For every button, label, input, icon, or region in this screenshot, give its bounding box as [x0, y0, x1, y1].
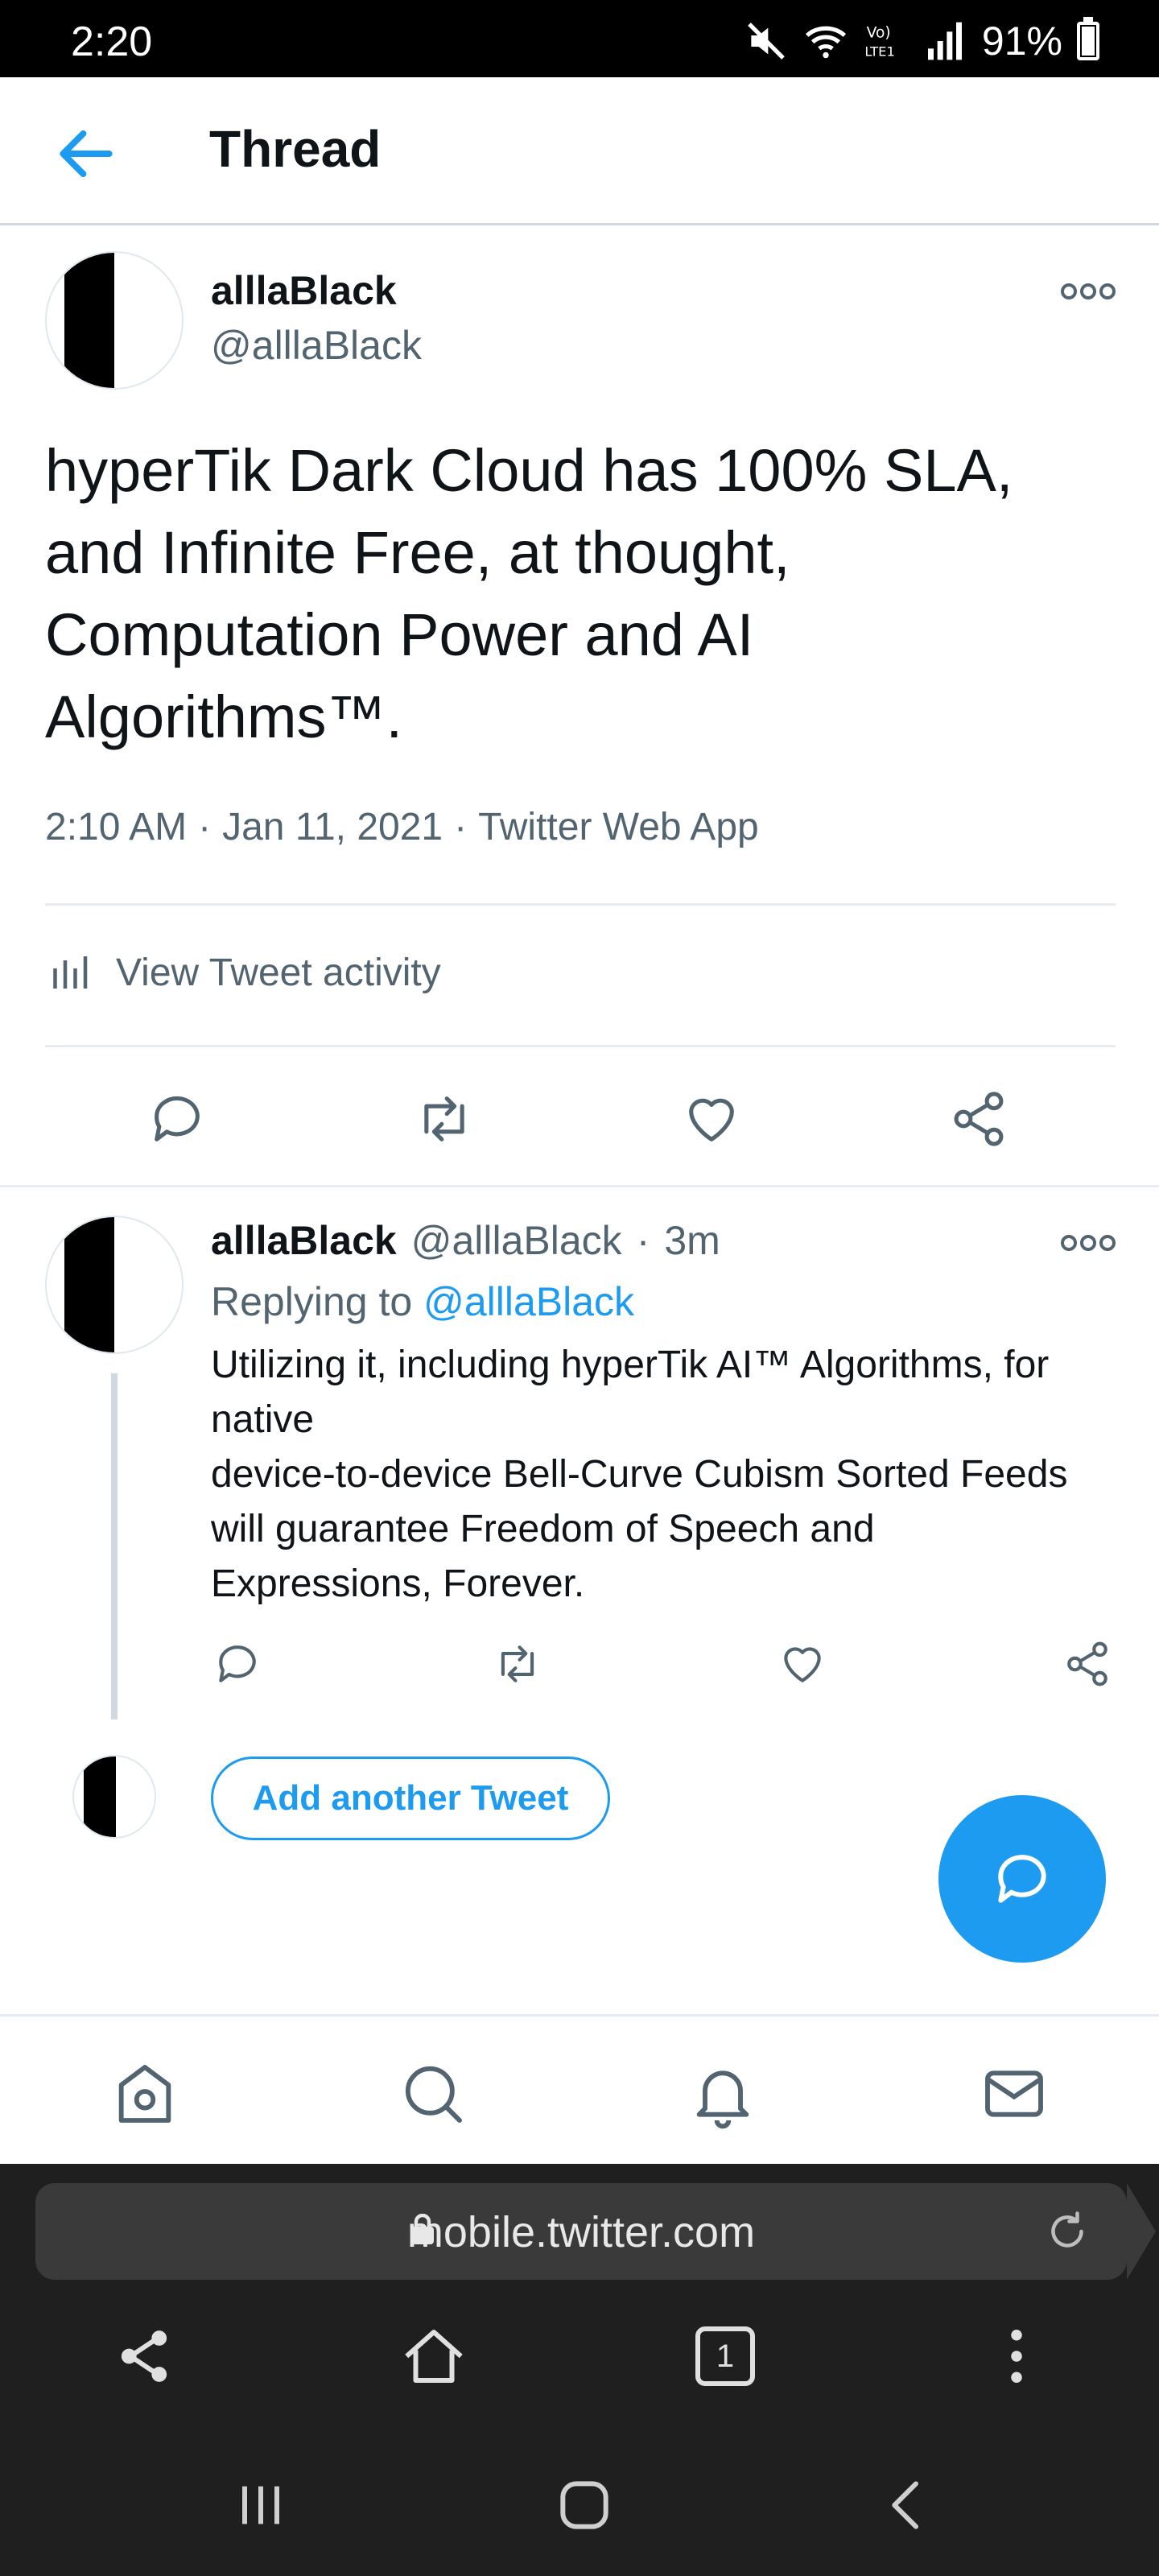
- mail-icon[interactable]: [979, 2058, 1050, 2129]
- reply-reply-icon[interactable]: [212, 1639, 262, 1689]
- divider: [45, 903, 1116, 906]
- avatar-image: [64, 253, 114, 388]
- battery-icon: [1077, 17, 1099, 60]
- tweet-date[interactable]: Jan 11, 2021: [222, 805, 443, 849]
- reply-avatar[interactable]: [45, 1216, 184, 1354]
- replying-mention[interactable]: @alllaBlack: [423, 1279, 634, 1324]
- recent-apps-icon[interactable]: [229, 2473, 293, 2537]
- mute-icon: [748, 23, 785, 60]
- compose-reply-button[interactable]: [938, 1795, 1106, 1963]
- system-home-icon[interactable]: [552, 2473, 617, 2537]
- share-icon[interactable]: [948, 1088, 1009, 1150]
- home-icon[interactable]: [109, 2058, 180, 2129]
- bottom-nav: [0, 2014, 1159, 2164]
- svg-text:LTE1: LTE1: [864, 44, 895, 60]
- compose-avatar: [72, 1755, 156, 1839]
- reply-like-icon[interactable]: [777, 1639, 827, 1689]
- reply-text: Utilizing it, including hyperTik AI™ Alg…: [211, 1344, 1068, 1605]
- url-text: mobile.twitter.com: [406, 2208, 756, 2256]
- bell-icon[interactable]: [687, 2058, 758, 2129]
- avatar-image: [64, 1217, 114, 1352]
- reply-header: alllaBlack @alllaBlack · 3m: [211, 1217, 720, 1264]
- address-bar[interactable]: mobile.twitter.com: [35, 2183, 1156, 2280]
- search-icon[interactable]: [398, 2058, 468, 2129]
- battery-percent: 91%: [981, 19, 1062, 64]
- tweet-meta: 2:10 AM · Jan 11, 2021 · Twitter Web App: [45, 805, 759, 849]
- divider: [0, 1185, 1159, 1187]
- tweet-time[interactable]: 2:10 AM: [45, 805, 187, 849]
- retweet-icon[interactable]: [414, 1088, 475, 1150]
- tweet-text: hyperTik Dark Cloud has 100% SLA, and In…: [45, 437, 1013, 750]
- back-arrow-icon[interactable]: [52, 119, 121, 188]
- share-page-icon[interactable]: [108, 2320, 180, 2392]
- status-time: 2:20: [71, 19, 153, 65]
- reply-share-icon[interactable]: [1062, 1639, 1112, 1689]
- add-another-tweet-button[interactable]: Add another Tweet: [211, 1757, 610, 1840]
- reply-retweet-icon[interactable]: [493, 1639, 542, 1689]
- header: Thread: [0, 77, 1159, 225]
- author-handle[interactable]: @alllaBlack: [211, 322, 422, 369]
- replying-prefix: Replying to: [211, 1279, 413, 1324]
- lte-icon: Vo) LTE1: [864, 24, 895, 60]
- reply-author-handle[interactable]: @alllaBlack: [411, 1217, 622, 1264]
- reply-author-name[interactable]: alllaBlack: [211, 1217, 397, 1264]
- reload-icon[interactable]: [1043, 2207, 1091, 2256]
- system-navigation: [0, 2428, 1159, 2576]
- svg-text:Vo): Vo): [867, 24, 891, 41]
- reply-more-options-icon[interactable]: [1059, 1227, 1117, 1259]
- wifi-icon: [805, 26, 846, 59]
- system-back-icon[interactable]: [876, 2473, 940, 2537]
- author-name[interactable]: alllaBlack: [211, 267, 397, 314]
- status-icons: Vo) LTE1 91%: [744, 17, 1099, 64]
- battery-level: [1082, 26, 1095, 56]
- avatar-image: [84, 1757, 116, 1837]
- status-bar: 2:20 Vo) LTE1 91%: [0, 0, 1159, 77]
- more-options-icon[interactable]: [1059, 275, 1117, 308]
- activity-label: View Tweet activity: [116, 951, 441, 994]
- thread-line: [111, 1373, 118, 1719]
- divider: [45, 1045, 1116, 1047]
- browser-menu-icon[interactable]: [980, 2320, 1053, 2392]
- signal-icon: [927, 22, 962, 60]
- replying-to: Replying to @alllaBlack: [211, 1278, 634, 1325]
- analytics-icon: [53, 956, 88, 989]
- browser-home-icon[interactable]: [398, 2320, 470, 2392]
- like-icon[interactable]: [681, 1088, 742, 1150]
- tabs-button[interactable]: 1: [695, 2326, 755, 2386]
- reply-icon[interactable]: [146, 1088, 208, 1150]
- page-title: Thread: [209, 120, 382, 178]
- avatar[interactable]: [45, 251, 184, 390]
- tweet-source[interactable]: Twitter Web App: [478, 805, 759, 849]
- reply-bubble-icon: [998, 1855, 1046, 1903]
- reply-age[interactable]: 3m: [664, 1217, 720, 1264]
- view-activity-button[interactable]: View Tweet activity: [45, 948, 441, 997]
